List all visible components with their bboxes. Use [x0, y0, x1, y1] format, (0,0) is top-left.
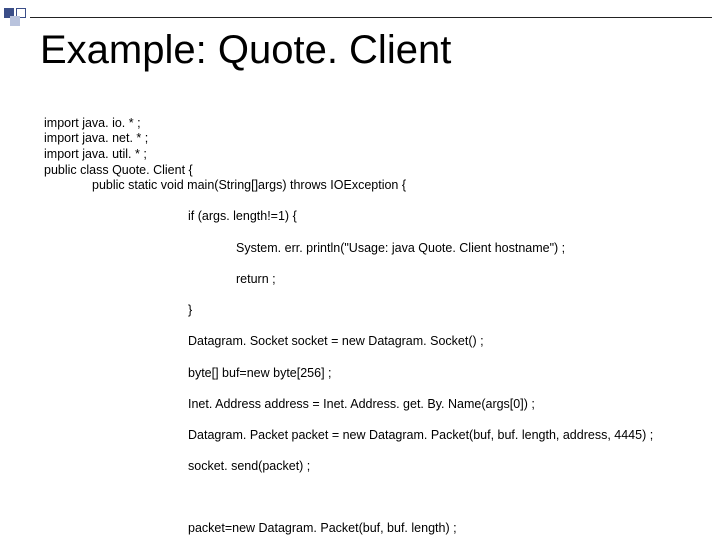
- header-rule: [30, 17, 712, 18]
- code-line: Datagram. Packet packet = new Datagram. …: [44, 428, 700, 444]
- code-line: public class Quote. Client {: [44, 163, 193, 177]
- code-line: packet=new Datagram. Packet(buf, buf. le…: [44, 521, 700, 537]
- code-line: Inet. Address address = Inet. Address. g…: [44, 397, 700, 413]
- code-line: System. err. println("Usage: java Quote.…: [44, 241, 700, 257]
- code-line: byte[] buf=new byte[256] ;: [44, 366, 700, 382]
- code-line: if (args. length!=1) {: [44, 209, 700, 225]
- slide-title: Example: Quote. Client: [40, 28, 700, 73]
- code-listing: import java. io. * ; import java. net. *…: [44, 100, 700, 540]
- code-line: }: [44, 303, 700, 319]
- code-line: import java. net. * ;: [44, 131, 148, 145]
- code-line: import java. util. * ;: [44, 147, 147, 161]
- code-line: import java. io. * ;: [44, 116, 141, 130]
- header-decoration: [0, 6, 720, 24]
- code-line: socket. send(packet) ;: [44, 459, 700, 475]
- blank-line: [44, 491, 700, 506]
- deco-square-light: [10, 16, 20, 26]
- code-line: return ;: [44, 272, 700, 288]
- code-line: public static void main(String[]args) th…: [44, 178, 700, 194]
- code-line: Datagram. Socket socket = new Datagram. …: [44, 334, 700, 350]
